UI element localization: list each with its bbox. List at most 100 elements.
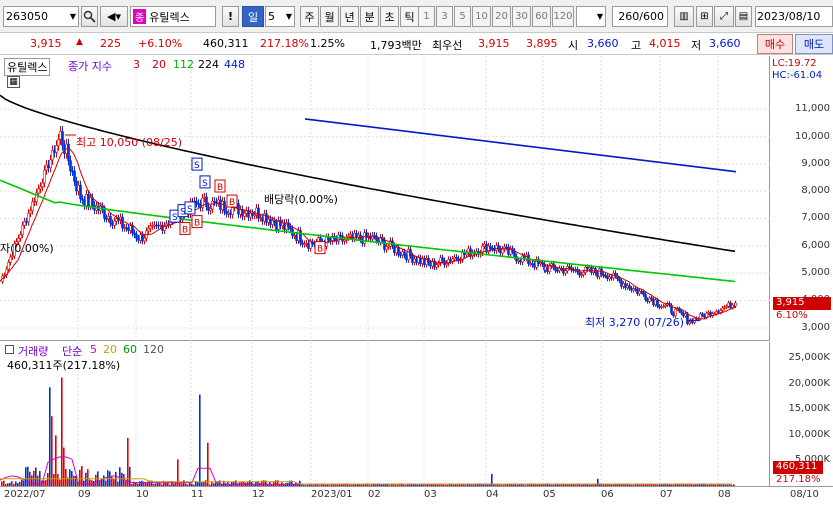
- chart-type-icon[interactable]: ▥: [674, 6, 694, 27]
- period-week-button[interactable]: 주: [300, 6, 319, 27]
- grid-toggle-icon[interactable]: ⊞: [696, 6, 713, 27]
- buy-button[interactable]: 매수: [757, 34, 793, 54]
- view-total: /600: [639, 10, 664, 23]
- candle: [31, 201, 34, 211]
- volume-value: 460,311: [203, 37, 249, 50]
- date-field[interactable]: 2023/08/10: [755, 6, 833, 27]
- candle: [225, 210, 228, 214]
- chevron-down-icon[interactable]: ▼: [286, 12, 292, 21]
- candle: [257, 207, 260, 219]
- candle: [137, 238, 140, 241]
- candle: [554, 267, 557, 271]
- warning-button[interactable]: !: [222, 6, 239, 27]
- date-axis: 2022/07 09 10 11 12 2023/01 02 03 04 05 …: [0, 486, 833, 509]
- candle: [207, 206, 210, 211]
- high-label: 고: [631, 39, 642, 52]
- candle: [55, 145, 58, 153]
- lc-value: LC:19.72: [772, 58, 817, 69]
- ma-448-label: 448: [224, 58, 245, 71]
- price-axis: LC:19.72 HC:-61.04 11,000 10,000 9,000 8…: [771, 56, 833, 341]
- stock-code-combo[interactable]: 263050 ▼: [3, 6, 79, 27]
- volume-bar: [113, 479, 115, 486]
- low-price: 3,660: [709, 37, 741, 50]
- chevron-down-icon[interactable]: ▼: [597, 12, 603, 21]
- open-price: 3,660: [587, 37, 619, 50]
- ytick: 10,000: [795, 131, 830, 142]
- date-value: 2023/08/10: [757, 10, 821, 23]
- search-icon[interactable]: [81, 6, 98, 27]
- stock-code: 263050: [6, 10, 48, 23]
- volume-chart[interactable]: 거래량 단순 5 20 60 120 460,311주(217.18%): [0, 342, 770, 486]
- ytick: 11,000: [795, 103, 830, 114]
- settings-icon[interactable]: ▤: [735, 6, 752, 27]
- signal-sell-text: S: [187, 205, 193, 215]
- candle: [127, 227, 130, 231]
- volume-bar: [597, 478, 599, 486]
- sell-button[interactable]: 매도: [795, 34, 833, 54]
- interval-120-button[interactable]: 120: [552, 6, 574, 27]
- interval-60-button[interactable]: 60: [532, 6, 551, 27]
- chevron-down-icon[interactable]: ▼: [70, 12, 76, 21]
- candle: [219, 199, 222, 210]
- volume-bar: [25, 467, 27, 486]
- period-day-button[interactable]: 일: [242, 6, 264, 27]
- volume-bar: [207, 442, 209, 486]
- candle: [19, 234, 22, 239]
- candle: [441, 257, 444, 261]
- price-panel-title: 유틸렉스: [4, 58, 51, 76]
- volume-bar: [65, 468, 67, 486]
- speaker-icon[interactable]: ◀▾: [100, 6, 128, 27]
- vtick: 20,000K: [788, 378, 830, 389]
- volume-bar: [87, 469, 89, 486]
- interval-10-button[interactable]: 10: [472, 6, 491, 27]
- zoom-icon[interactable]: ⤢: [714, 6, 734, 27]
- interval-30-button[interactable]: 30: [512, 6, 531, 27]
- calendar-icon[interactable]: ▦: [7, 76, 20, 88]
- period-minute-button[interactable]: 분: [360, 6, 379, 27]
- candle: [123, 227, 126, 229]
- candle: [89, 197, 92, 207]
- candle: [21, 224, 24, 235]
- candle: [125, 227, 128, 229]
- signal-sell-text: S: [172, 213, 178, 223]
- candle: [105, 218, 108, 220]
- view-count-field[interactable]: 260/600: [612, 6, 668, 27]
- period-second-button[interactable]: 초: [380, 6, 399, 27]
- volume-bar: [129, 466, 131, 486]
- low-note: 최저 3,270 (07/26): [585, 316, 685, 329]
- interval-20-button[interactable]: 20: [492, 6, 511, 27]
- hc-value: HC:-61.04: [772, 70, 823, 81]
- signal-sell-text: S: [194, 161, 200, 171]
- interval-1-button[interactable]: 1: [418, 6, 435, 27]
- candle: [289, 226, 292, 230]
- candle: [642, 291, 645, 295]
- period-count-combo[interactable]: 5 ▼: [265, 6, 295, 27]
- period-month-button[interactable]: 월: [320, 6, 339, 27]
- period-tick-button[interactable]: 틱: [400, 6, 419, 27]
- candle: [139, 234, 142, 241]
- interval-input[interactable]: ▼: [576, 6, 606, 27]
- interval-5-button[interactable]: 5: [454, 6, 471, 27]
- candle: [9, 256, 12, 263]
- volume-bar: [63, 447, 65, 486]
- date-label: 09: [78, 489, 91, 500]
- date-label: 12: [252, 489, 265, 500]
- period-year-button[interactable]: 년: [340, 6, 359, 27]
- candle: [253, 214, 256, 217]
- candle: [501, 248, 504, 254]
- open-label: 시: [568, 39, 579, 52]
- signal-buy-text: B: [217, 183, 223, 193]
- interval-3-button[interactable]: 3: [436, 6, 453, 27]
- volume-bar: [27, 466, 29, 486]
- candle: [85, 194, 88, 206]
- candle: [273, 220, 276, 223]
- price-chart[interactable]: SSSSSBBBBB 유틸렉스 종가 지수 3 20 112 224 448 ▦…: [0, 56, 770, 341]
- date-label: 11: [191, 489, 204, 500]
- candle: [149, 225, 152, 229]
- candle: [83, 199, 86, 206]
- collapse-icon[interactable]: [5, 345, 14, 354]
- candle: [109, 216, 112, 224]
- stock-name-field[interactable]: 종 유틸렉스: [130, 6, 216, 27]
- ytick: 8,000: [801, 185, 830, 196]
- volume-axis: 25,000K 20,000K 15,000K 10,000K 5,000K 4…: [771, 342, 833, 486]
